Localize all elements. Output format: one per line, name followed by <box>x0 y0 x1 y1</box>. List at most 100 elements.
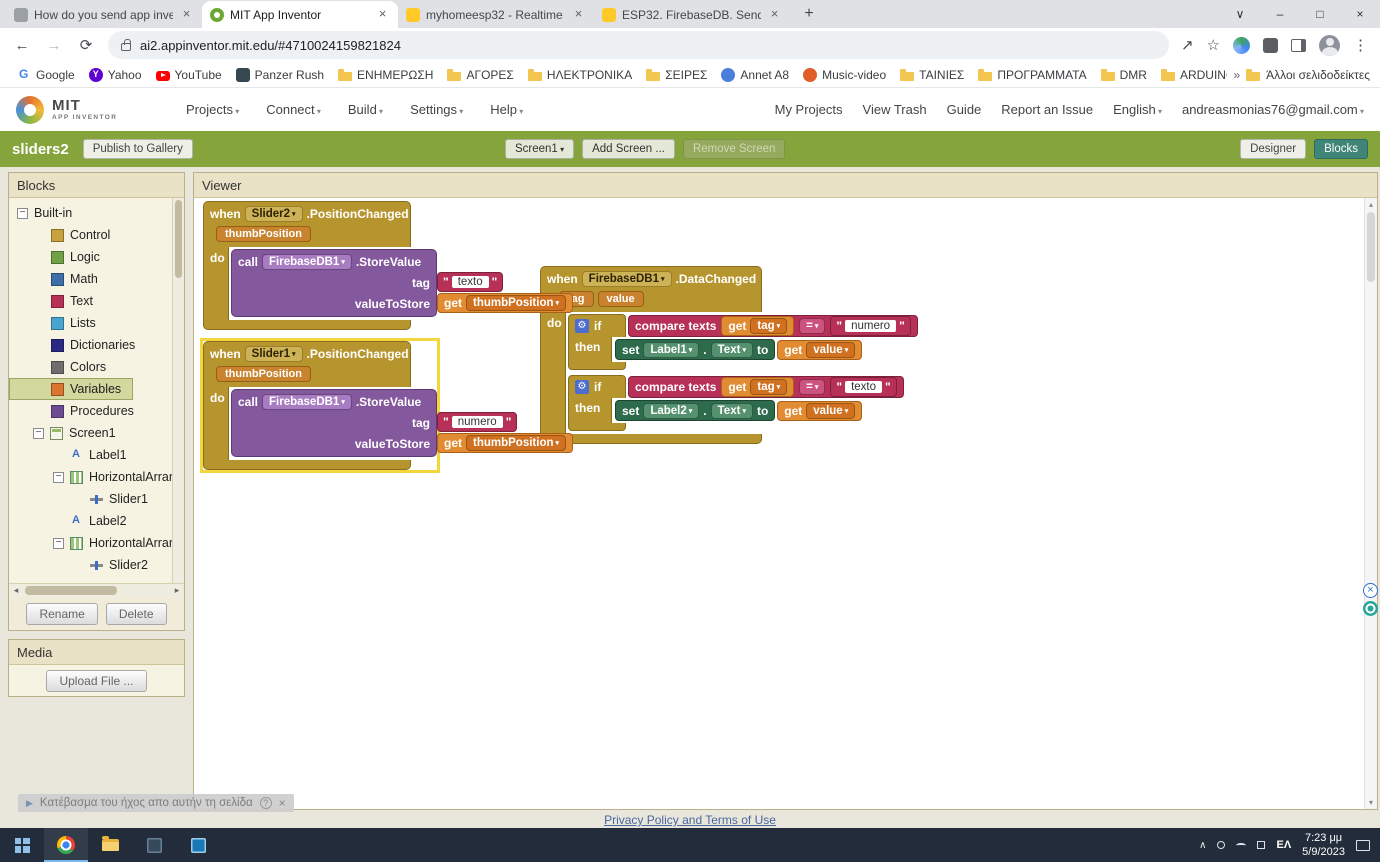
variable-dropdown[interactable]: value▾ <box>806 342 855 358</box>
bookmark-item[interactable]: ΕΝΗΜΕΡΩΣΗ <box>331 66 440 84</box>
delete-button[interactable]: Delete <box>106 603 167 625</box>
menu-item[interactable]: Connect <box>266 102 321 117</box>
tray-icon[interactable] <box>1257 841 1265 849</box>
bookmark-item[interactable]: ΠΡΟΓΡΑΜΜΑΤΑ <box>971 66 1093 84</box>
call-storevalue-block[interactable]: call FirebaseDB1▾ .StoreValue tag texto <box>231 249 437 317</box>
publish-to-gallery-button[interactable]: Publish to Gallery <box>83 139 193 159</box>
reload-icon[interactable]: ⟳ <box>76 36 96 54</box>
upload-file-button[interactable]: Upload File ... <box>46 670 146 692</box>
tab-close-icon[interactable]: × <box>767 7 782 22</box>
palette-category[interactable]: Lists <box>9 312 108 334</box>
clock[interactable]: 7:23 μμ 5/9/2023 <box>1302 831 1345 860</box>
help-icon[interactable]: ? <box>260 797 272 809</box>
browser-tab[interactable]: MIT App Inventor × <box>202 1 398 28</box>
call-storevalue-block[interactable]: call FirebaseDB1▾ .StoreValue tag numero <box>231 389 437 457</box>
scroll-left-icon[interactable]: ◂ <box>9 585 23 596</box>
variable-dropdown[interactable]: value▾ <box>806 403 855 419</box>
get-variable-block[interactable]: getvalue▾ <box>777 340 862 360</box>
add-screen-button[interactable]: Add Screen ... <box>582 139 675 159</box>
palette-category[interactable]: Text <box>9 290 105 312</box>
component-dropdown[interactable]: Label1▾ <box>643 342 699 358</box>
variable-dropdown[interactable]: tag▾ <box>750 318 787 334</box>
text-string-block[interactable]: texto <box>830 377 896 397</box>
menu-item[interactable]: Settings <box>410 102 463 117</box>
scrollbar-thumb[interactable] <box>25 586 117 595</box>
rename-button[interactable]: Rename <box>26 603 97 625</box>
scroll-right-icon[interactable]: ▸ <box>170 585 184 596</box>
collapse-icon[interactable]: − <box>17 208 28 219</box>
event-param[interactable]: thumbPosition <box>216 366 311 382</box>
taskbar-app-2[interactable] <box>176 828 220 862</box>
header-link[interactable]: Report an Issue <box>1001 102 1093 117</box>
screen-selector-button[interactable]: Screen1 <box>505 139 574 159</box>
component-tree-item[interactable]: − Label1 <box>9 444 172 466</box>
compare-texts-block[interactable]: compare texts gettag▾ =▾ texto <box>628 376 904 398</box>
palette-category[interactable]: Math <box>9 268 110 290</box>
taskbar-file-explorer[interactable] <box>88 828 132 862</box>
if-then-block[interactable]: ⚙ if compare texts gettag▾ =▾ numero <box>568 314 862 370</box>
profile-avatar[interactable] <box>1319 35 1340 56</box>
bookmark-item[interactable]: Google <box>10 66 82 84</box>
block-when-firebasedb-datachanged[interactable]: when FirebaseDB1▾ .DataChanged tag value… <box>540 266 862 444</box>
compare-texts-block[interactable]: compare texts gettag▾ =▾ numero <box>628 315 918 337</box>
taskbar-app-1[interactable] <box>132 828 176 862</box>
block-when-slider2-positionchanged[interactable]: when Slider2▾ .PositionChanged thumbPosi… <box>203 201 437 330</box>
text-value[interactable]: numero <box>845 320 896 332</box>
palette-category[interactable]: Variables <box>9 378 133 400</box>
set-property-block[interactable]: set Label1▾ . Text▾ to <box>615 339 775 360</box>
component-tree-item[interactable]: − Slider1 <box>9 488 172 510</box>
language-indicator[interactable]: ΕΛ <box>1276 839 1291 851</box>
component-tree-item[interactable]: − HorizontalArrangemen <box>9 466 172 488</box>
bookmark-item[interactable]: Annet A8 <box>714 66 796 84</box>
palette-category[interactable]: Dictionaries <box>9 334 147 356</box>
designer-button[interactable]: Designer <box>1240 139 1306 159</box>
tree-vertical-scrollbar[interactable] <box>172 198 184 583</box>
browser-tab[interactable]: myhomeesp32 - Realtime Datab × <box>398 1 594 28</box>
close-icon[interactable]: × <box>1340 0 1380 28</box>
browser-tab[interactable]: ESP32. FirebaseDB. Send. Receiv × <box>594 1 790 28</box>
bookmark-item[interactable]: DMR <box>1094 66 1154 84</box>
component-dropdown[interactable]: Slider2▾ <box>245 206 303 222</box>
scrollbar-thumb[interactable] <box>175 200 182 278</box>
bookmark-item[interactable]: Yahoo <box>82 66 149 84</box>
text-value[interactable]: texto <box>845 381 882 393</box>
scroll-down-icon[interactable]: ▾ <box>1365 798 1377 807</box>
start-button[interactable] <box>0 828 44 862</box>
bookmark-item[interactable]: ARDUINO <box>1154 66 1228 84</box>
bookmark-item[interactable]: ΗΛΕΚΤΡΟΝΙΚΑ <box>521 66 639 84</box>
component-dropdown[interactable]: Label2▾ <box>643 403 699 419</box>
bookmark-item[interactable]: Panzer Rush <box>229 66 331 84</box>
canvas-vertical-scrollbar[interactable]: ▴ ▾ <box>1364 198 1377 809</box>
collapse-icon[interactable]: − <box>53 538 64 549</box>
component-tree-item[interactable]: − HorizontalArrangemen <box>9 532 172 554</box>
text-string-block[interactable]: numero <box>437 412 517 432</box>
blocks-button[interactable]: Blocks <box>1314 139 1368 159</box>
text-value[interactable]: texto <box>452 276 489 288</box>
mutator-gear-icon[interactable]: ⚙ <box>575 319 589 333</box>
menu-item[interactable]: Projects <box>186 102 239 117</box>
tab-close-icon[interactable]: × <box>571 7 586 22</box>
palette-tree[interactable]: − Built-in Control <box>9 198 172 583</box>
bookmark-item[interactable]: ΤΑΙΝΙΕΣ <box>893 66 971 84</box>
operator-dropdown[interactable]: =▾ <box>799 379 825 395</box>
component-dropdown[interactable]: FirebaseDB1▾ <box>262 254 352 270</box>
palette-category[interactable]: Procedures <box>9 400 146 422</box>
extension-logo-icon[interactable] <box>1363 601 1378 616</box>
event-param[interactable]: thumbPosition <box>216 226 311 242</box>
scrollbar-thumb[interactable] <box>1367 212 1375 282</box>
text-string-block[interactable]: numero <box>830 316 910 336</box>
scroll-up-icon[interactable]: ▴ <box>1365 200 1377 209</box>
action-center-icon[interactable] <box>1356 840 1370 851</box>
extension-globe-icon[interactable] <box>1233 37 1250 54</box>
get-variable-block[interactable]: getvalue▾ <box>777 401 862 421</box>
menu-item[interactable]: Help <box>490 102 523 117</box>
app-inventor-logo[interactable]: MIT APP INVENTOR <box>16 96 164 124</box>
mutator-gear-icon[interactable]: ⚙ <box>575 380 589 394</box>
collapse-icon[interactable]: − <box>53 472 64 483</box>
collapse-icon[interactable]: − <box>33 428 44 439</box>
bookmark-item[interactable]: Music-video <box>796 66 893 84</box>
tray-expand-icon[interactable]: ∧ <box>1199 840 1206 851</box>
forward-icon[interactable]: → <box>44 37 64 54</box>
block-when-slider1-positionchanged[interactable]: when Slider1▾ .PositionChanged thumbPosi… <box>203 341 437 470</box>
menu-item[interactable]: Build <box>348 102 383 117</box>
